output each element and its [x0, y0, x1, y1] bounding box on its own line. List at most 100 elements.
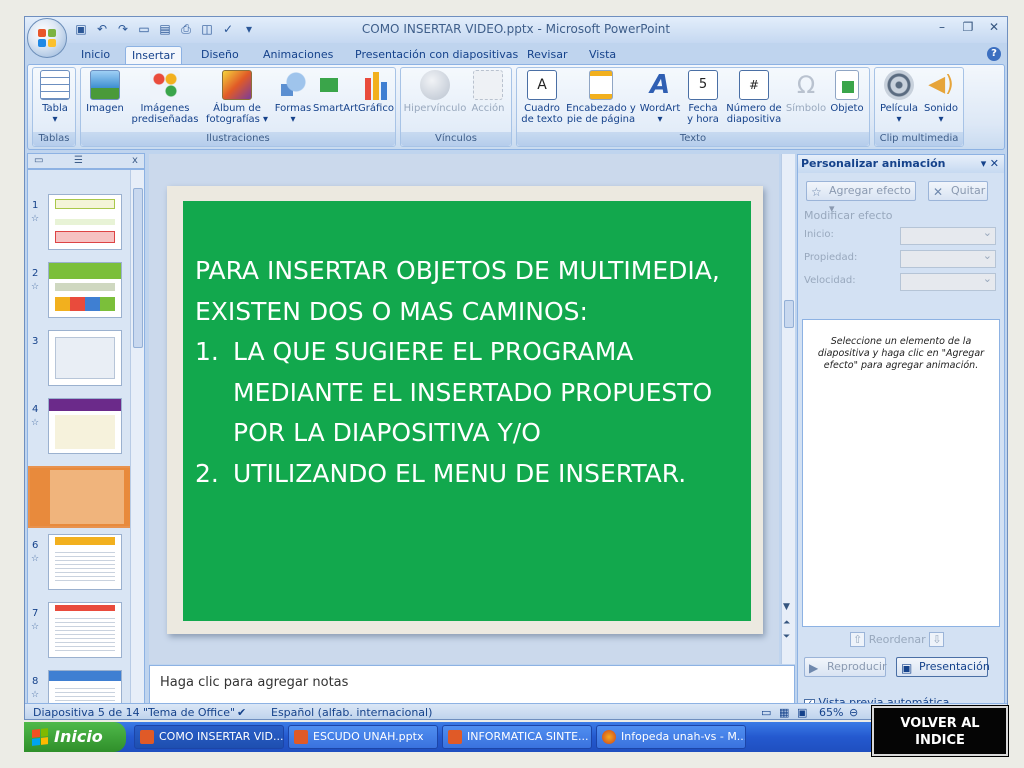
tab-animaciones[interactable]: Animaciones — [257, 46, 339, 65]
cuadro-texto-button[interactable]: A Cuadro de texto — [519, 70, 565, 125]
animation-list[interactable]: Seleccione un elemento de la diapositiva… — [802, 319, 1000, 627]
slide-count: Diapositiva 5 de 14 — [33, 706, 140, 719]
outline-tab-icon[interactable]: ☰ — [74, 155, 83, 166]
objeto-button[interactable]: Objeto — [827, 70, 867, 114]
slides-pane: 1 ☆ 2 ☆ 3 4 ☆ 5 6 ☆ — [27, 169, 145, 704]
slideshow-view-icon[interactable]: ▣ — [797, 706, 807, 719]
imagenes-prediseñadas-button[interactable]: Imágenes prediseñadas — [129, 70, 201, 125]
thumb-number: 3 — [32, 336, 39, 347]
slide-editor-scroll-thumb[interactable] — [784, 300, 794, 328]
slide-body-text[interactable]: PARA INSERTAR OBJETOS DE MULTIMEDIA, EXI… — [195, 251, 747, 494]
property-label: Propiedad: — [804, 252, 858, 263]
taskbar-item[interactable]: ESCUDO UNAH.pptx — [288, 725, 438, 749]
property-select[interactable] — [900, 249, 996, 268]
task-pane-menu-icon[interactable]: ▾ — [981, 157, 987, 170]
accion-button[interactable]: Acción — [467, 70, 509, 114]
numero-diapositiva-button[interactable]: # Número de diapositiva — [723, 70, 785, 125]
thumbnail-slide-7[interactable] — [48, 602, 122, 658]
scroll-down-icon[interactable]: ▼ — [783, 602, 790, 612]
move-down-icon[interactable]: ⇩ — [929, 632, 945, 647]
thumbnail-slide-8[interactable] — [48, 670, 122, 703]
minimize-icon[interactable]: – — [935, 20, 949, 34]
tab-inicio[interactable]: Inicio — [75, 46, 116, 65]
tab-diseno[interactable]: Diseño — [195, 46, 245, 65]
start-select[interactable] — [900, 226, 996, 245]
taskbar-item[interactable]: Infopeda unah-vs - M... — [596, 725, 746, 749]
restore-icon[interactable]: ❐ — [961, 20, 975, 34]
thumbnail-slide-3[interactable] — [48, 330, 122, 386]
normal-view-icon[interactable]: ▭ — [761, 706, 771, 719]
group-clip-multimedia: Película ▾ ◀) Sonido ▾ Clip multimedia — [874, 67, 964, 147]
formas-label: Formas — [274, 103, 312, 114]
fecha-hora-button[interactable]: 5 Fecha y hora — [683, 70, 723, 125]
taskbar: Inicio COMO INSERTAR VID... ESCUDO UNAH.… — [24, 722, 1008, 752]
animation-star-icon: ☆ — [31, 554, 40, 564]
sonido-button[interactable]: ◀) Sonido ▾ — [921, 70, 961, 125]
tab-presentacion[interactable]: Presentación con diapositivas — [349, 46, 524, 65]
close-icon[interactable]: ✕ — [990, 157, 999, 170]
thumbnail-slide-2[interactable] — [48, 262, 122, 318]
taskbar-item[interactable]: INFORMATICA SINTE... — [442, 725, 592, 749]
wordart-button[interactable]: A WordArt ▾ — [637, 70, 683, 125]
content-placeholder[interactable]: PARA INSERTAR OBJETOS DE MULTIMEDIA, EXI… — [183, 201, 751, 621]
formas-dropdown: ▾ — [290, 114, 296, 125]
thumbnail-slide-5-selected[interactable] — [28, 466, 132, 528]
hipervinculo-button[interactable]: Hipervínculo — [403, 70, 467, 114]
tabla-button[interactable]: Tabla ▾ — [35, 70, 75, 125]
list-text: UTILIZANDO EL MENU DE INSERTAR. — [233, 458, 687, 488]
smartart-icon — [320, 70, 350, 100]
thumbnail-slide-1[interactable] — [48, 194, 122, 250]
start-button[interactable]: Inicio — [24, 722, 126, 752]
wordart-icon: A — [649, 70, 671, 100]
slideshow-button[interactable]: ▣ Presentación — [896, 657, 990, 677]
imagen-button[interactable]: Imagen — [85, 70, 125, 114]
slide-editor-scrollbar[interactable]: ▼ ⏶ ⏷ — [781, 154, 795, 664]
cuadro-label-2: de texto — [521, 114, 563, 125]
slides-pane-scrollbar[interactable] — [130, 170, 144, 703]
tab-revisar[interactable]: Revisar — [521, 46, 573, 65]
spellcheck-icon[interactable]: ✔ — [237, 706, 246, 719]
pelicula-button[interactable]: Película ▾ — [877, 70, 921, 125]
speed-select[interactable] — [900, 272, 996, 291]
remove-button[interactable]: ✕ Quitar — [928, 181, 988, 201]
close-pane-icon[interactable]: x — [132, 155, 138, 166]
thumbnail-slide-6[interactable] — [48, 534, 122, 590]
next-slide-icon[interactable]: ⏷ — [783, 632, 790, 642]
encabezado-button[interactable]: Encabezado y pie de página — [565, 70, 637, 125]
task-pane-controls: ▾ ✕ — [981, 155, 999, 173]
previous-slide-icon[interactable]: ⏶ — [783, 618, 790, 628]
office-button[interactable] — [27, 18, 67, 58]
taskbar-item[interactable]: COMO INSERTAR VID... — [134, 725, 284, 749]
close-icon[interactable]: ✕ — [987, 20, 1001, 34]
slides-tab-icon[interactable]: ▭ — [34, 155, 43, 166]
smartart-button[interactable]: SmartArt — [313, 70, 359, 114]
slide-intro-text: PARA INSERTAR OBJETOS DE MULTIMEDIA, EXI… — [195, 256, 720, 326]
tab-insertar[interactable]: Insertar — [125, 46, 182, 65]
tab-vista[interactable]: Vista — [583, 46, 622, 65]
simbolo-button[interactable]: Ω Símbolo — [785, 70, 827, 114]
add-effect-button[interactable]: ☆ Agregar efecto ▾ — [806, 181, 916, 215]
thumbnail-slide-4[interactable] — [48, 398, 122, 454]
zoom-out-icon[interactable]: ⊖ — [849, 706, 858, 719]
shapes-icon — [278, 70, 308, 100]
list-number: 1. — [195, 337, 219, 366]
language[interactable]: Español (alfab. internacional) — [271, 706, 432, 719]
play-button[interactable]: ▶ Reproducir — [804, 657, 887, 677]
animation-hint: Seleccione un elemento de la diapositiva… — [817, 336, 985, 371]
album-button[interactable]: Álbum de fotografías ▾ — [203, 70, 271, 125]
volver-al-indice-button[interactable]: VOLVER AL INDICE — [871, 705, 1009, 757]
smartart-label: SmartArt — [313, 103, 359, 114]
slides-pane-scroll-thumb[interactable] — [133, 188, 143, 348]
sorter-view-icon[interactable]: ▦ — [779, 706, 789, 719]
notes-pane[interactable]: Haga clic para agregar notas — [149, 665, 795, 705]
animation-star-icon: ☆ — [31, 418, 40, 428]
grafico-button[interactable]: Gráfico — [357, 70, 395, 114]
move-up-icon[interactable]: ⇧ — [850, 632, 866, 647]
group-texto: A Cuadro de texto Encabezado y pie de pá… — [516, 67, 870, 147]
help-icon[interactable]: ? — [987, 47, 1001, 61]
zoom-level[interactable]: 65% — [819, 706, 843, 719]
star-icon: ☆ — [811, 185, 822, 199]
fecha-label-2: y hora — [687, 114, 719, 125]
start-label: Inicio — [54, 727, 103, 746]
formas-button[interactable]: Formas ▾ — [273, 70, 313, 125]
